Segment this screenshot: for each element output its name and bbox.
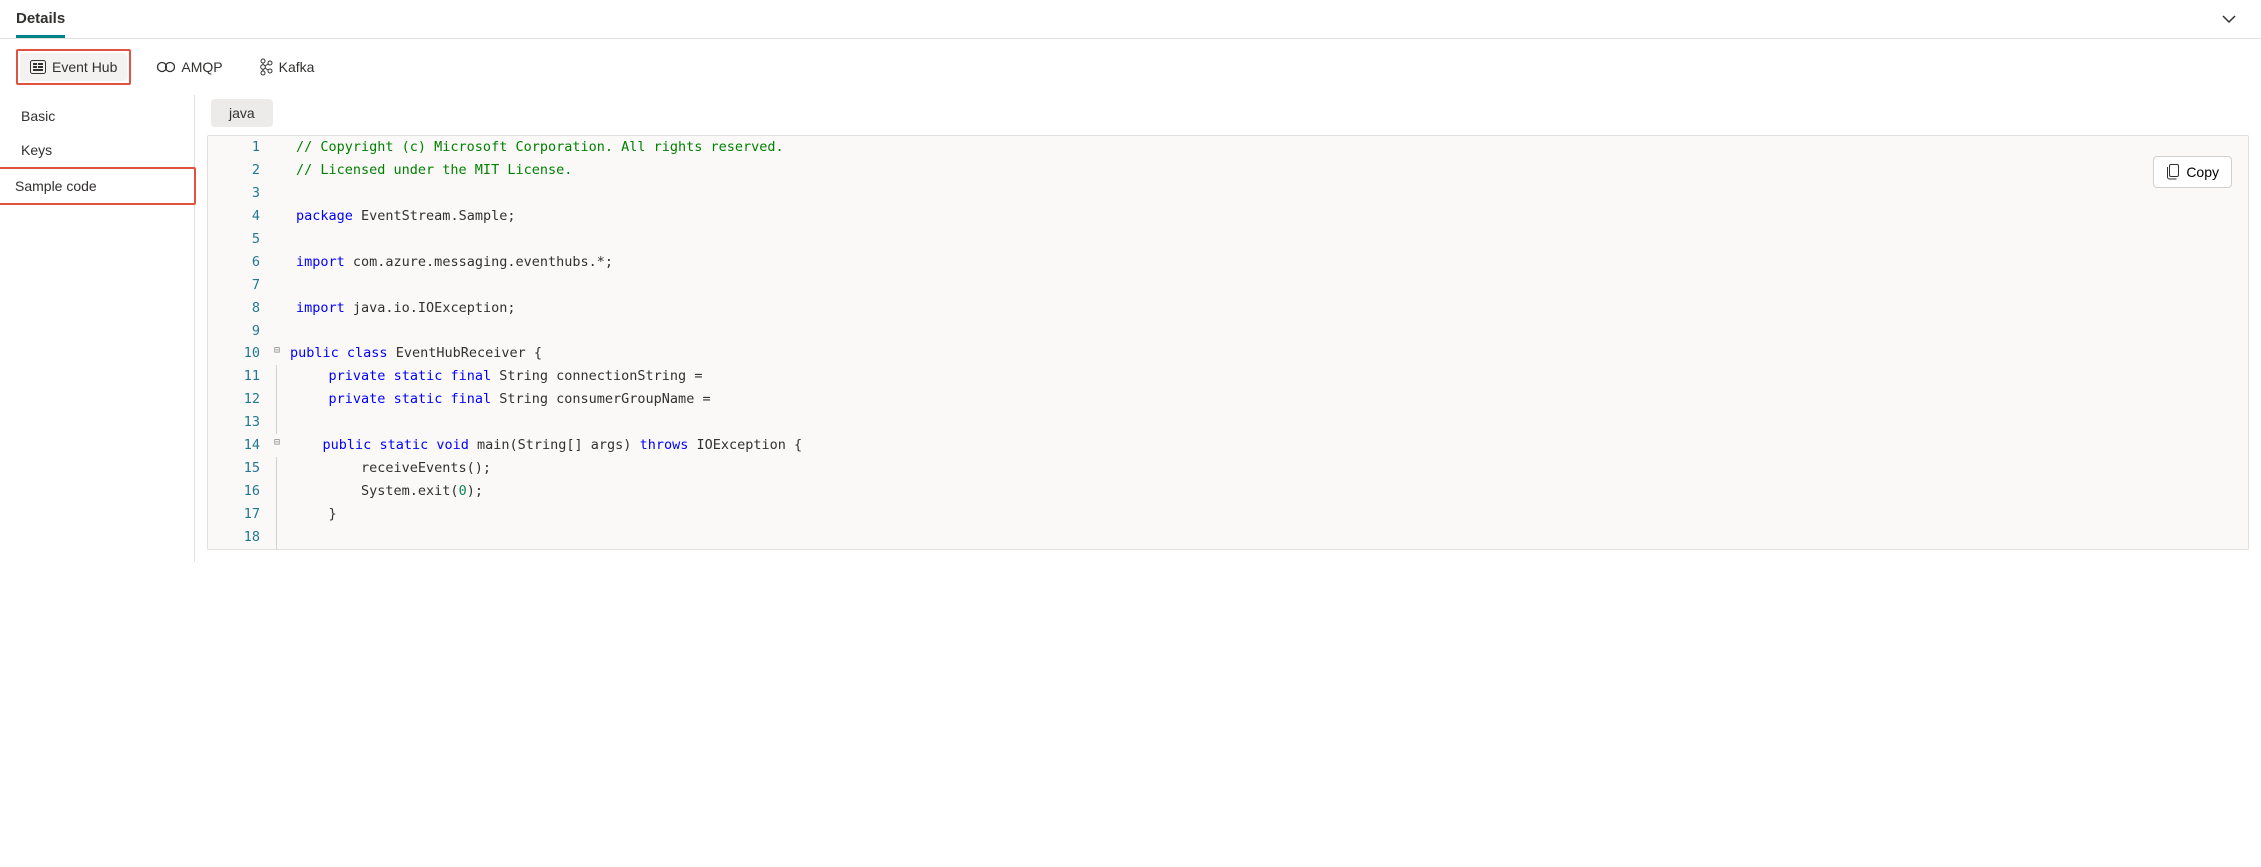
protocol-label: Kafka	[279, 59, 315, 75]
protocol-amqp-button[interactable]: AMQP	[147, 53, 232, 81]
main-content: java Copy 1// Copyright (c) Microsoft Co…	[195, 95, 2261, 562]
collapse-chevron-icon[interactable]	[2213, 3, 2245, 35]
copy-icon	[2166, 164, 2180, 180]
event-hub-icon	[30, 60, 46, 74]
protocol-bar: Event Hub AMQP Kafka	[0, 39, 2261, 95]
protocol-label: Event Hub	[52, 59, 117, 75]
sidebar-item-keys[interactable]: Keys	[0, 133, 194, 167]
sidebar-item-basic[interactable]: Basic	[0, 99, 194, 133]
details-header: Details	[0, 0, 2261, 39]
copy-button[interactable]: Copy	[2153, 156, 2232, 188]
language-pill[interactable]: java	[211, 99, 273, 127]
code-block: Copy 1// Copyright (c) Microsoft Corpora…	[207, 135, 2249, 550]
protocol-event-hub-button[interactable]: Event Hub	[20, 53, 127, 81]
kafka-icon	[259, 58, 273, 76]
protocol-label: AMQP	[181, 59, 222, 75]
highlight-sample-code: Sample code	[0, 167, 196, 205]
protocol-kafka-button[interactable]: Kafka	[249, 52, 325, 82]
sidebar-item-sample-code[interactable]: Sample code	[0, 169, 194, 203]
sidebar: Basic Keys Sample code	[0, 95, 195, 562]
fold-icon[interactable]: ⊟	[270, 434, 284, 457]
fold-icon[interactable]: ⊟	[270, 342, 284, 365]
amqp-icon	[157, 61, 175, 73]
highlight-event-hub: Event Hub	[16, 49, 131, 85]
copy-label: Copy	[2186, 164, 2219, 180]
tab-details[interactable]: Details	[16, 0, 65, 38]
